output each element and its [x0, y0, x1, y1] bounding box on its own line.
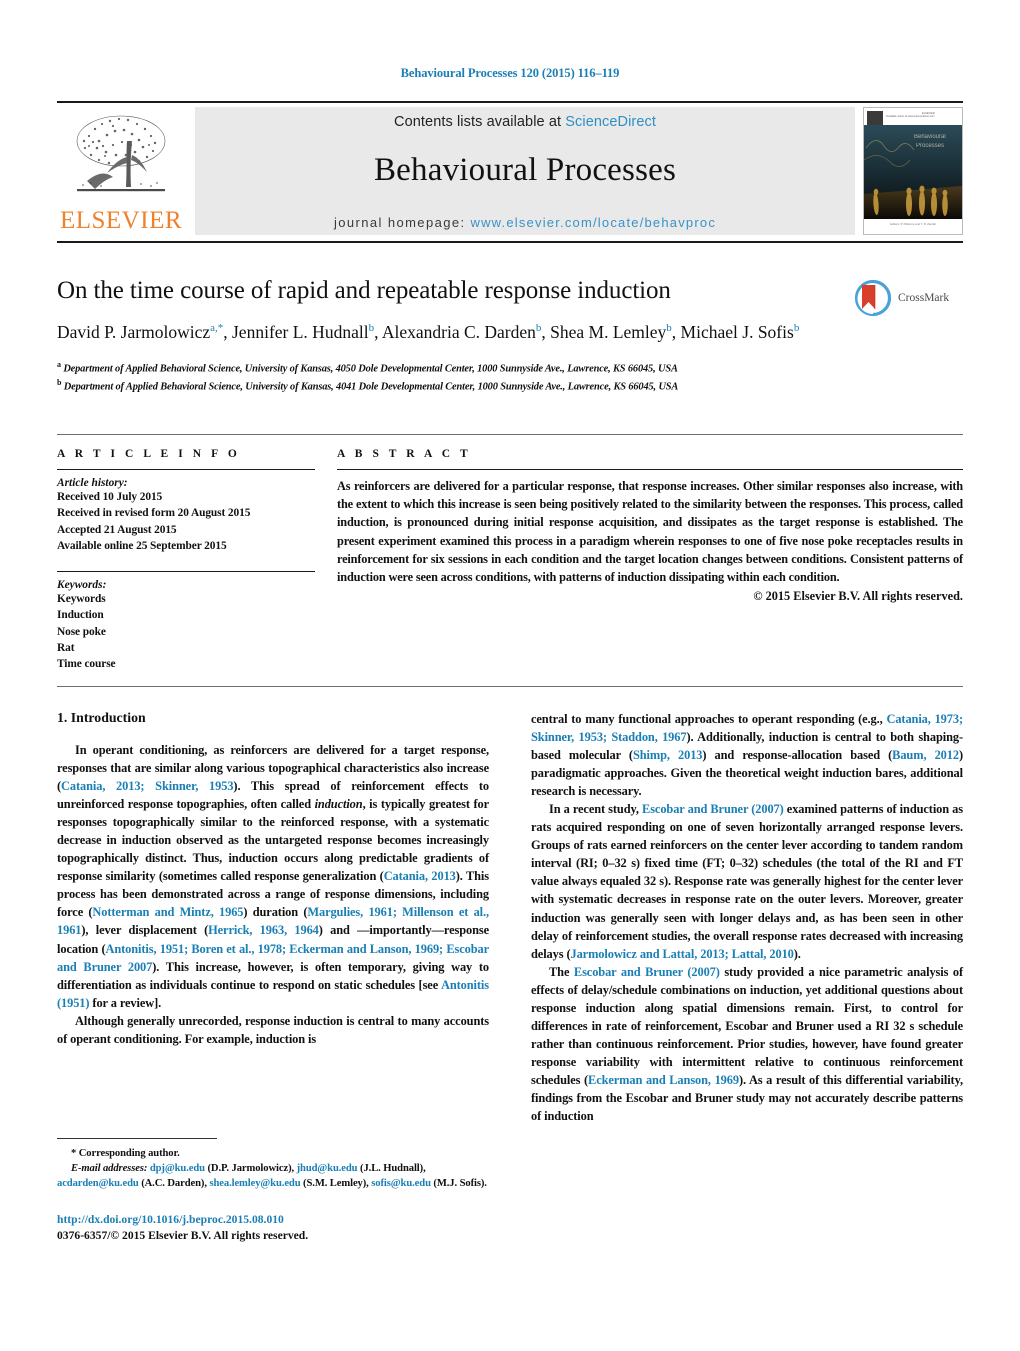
article-info-column: A R T I C L E I N F O Article history: R…: [57, 448, 315, 673]
body-column-left: 1. Introduction In operant conditioning,…: [57, 710, 489, 1048]
journal-homepage-link[interactable]: www.elsevier.com/locate/behavproc: [470, 215, 716, 230]
journal-title: Behavioural Processes: [373, 152, 677, 188]
affiliation-a-text: Department of Applied Behavioral Science…: [63, 363, 678, 375]
sciencedirect-link[interactable]: ScienceDirect: [565, 114, 656, 130]
email-addresses-note: E-mail addresses: dpj@ku.edu (D.P. Jarmo…: [57, 1163, 487, 1190]
elsevier-logo: ELSEVIER: [57, 107, 185, 235]
paragraph: In operant conditioning, as reinforcers …: [57, 743, 490, 1010]
crossmark-icon: [854, 279, 892, 317]
keyword-item: Induction: [57, 609, 104, 622]
title-block: On the time course of rapid and repeatab…: [57, 276, 963, 395]
article-info-heading: A R T I C L E I N F O: [57, 448, 241, 460]
affiliation-a: a Department of Applied Behavioral Scien…: [57, 359, 678, 375]
history-item: Available online 25 September 2015: [57, 540, 227, 553]
article-info-rule: [57, 469, 315, 470]
cover-title-line1: Behavioural: [914, 134, 946, 140]
homepage-prefix: journal homepage:: [333, 215, 471, 230]
crossmark-badge[interactable]: CrossMark: [852, 272, 964, 324]
masthead-top-rule: [57, 101, 963, 103]
article-history-list: Received 10 July 2015 Received in revise…: [57, 489, 315, 555]
contents-available-line: Contents lists available at ScienceDirec…: [394, 114, 656, 130]
keywords-rule: [57, 570, 315, 572]
affiliation-b-text: Department of Applied Behavioral Science…: [63, 381, 679, 393]
doi-block: http://dx.doi.org/10.1016/j.beproc.2015.…: [57, 1212, 489, 1244]
doi-link[interactable]: http://dx.doi.org/10.1016/j.beproc.2015.…: [57, 1212, 489, 1228]
corresponding-author-note: * Corresponding author.: [71, 1148, 180, 1159]
abstract-rule: [337, 469, 963, 470]
keyword-item: Nose poke: [57, 625, 106, 638]
elsevier-wordmark: ELSEVIER: [59, 207, 183, 234]
abstract-column: A B S T R A C T As reinforcers are deliv…: [337, 448, 963, 604]
body-column-right: central to many functional approaches to…: [531, 710, 963, 1125]
abstract-copyright: © 2015 Elsevier B.V. All rights reserved…: [753, 589, 963, 604]
info-band-bottom-rule: [57, 686, 963, 687]
running-head: Behavioural Processes 120 (2015) 116–119: [400, 66, 620, 80]
footnote-separator: [57, 1138, 217, 1139]
paragraph: central to many functional approaches to…: [531, 712, 963, 799]
crossmark-label: CrossMark: [898, 292, 950, 304]
history-item: Received in revised form 20 August 2015: [57, 507, 251, 520]
article-history-label: Article history:: [57, 477, 128, 489]
abstract-heading: A B S T R A C T: [337, 448, 472, 460]
keyword-item: Keywords: [57, 592, 106, 605]
history-item: Received 10 July 2015: [57, 491, 163, 503]
journal-cover-thumbnail: Available online at www.sciencedirect.co…: [863, 107, 963, 235]
affiliations: a Department of Applied Behavioral Scien…: [57, 359, 963, 395]
masthead-center-panel: Contents lists available at ScienceDirec…: [195, 107, 855, 235]
paragraph: Although generally unrecorded, response …: [57, 1013, 489, 1046]
svg-text:Editors: P. D'Ettorre and T. R: Editors: P. D'Ettorre and T. R. Zentall: [890, 222, 936, 226]
cover-image: Available online at www.sciencedirect.co…: [864, 108, 962, 234]
keywords-list: Keywords Induction Nose poke Rat Time co…: [57, 591, 315, 673]
elsevier-tree-icon: [76, 115, 166, 192]
keywords-label: Keywords:: [57, 578, 107, 591]
issn-copyright-line: 0376-6357/© 2015 Elsevier B.V. All right…: [57, 1229, 309, 1243]
paragraph: The Escobar and Bruner (2007) study prov…: [531, 964, 963, 1124]
paragraph: In a recent study, Escobar and Bruner (2…: [531, 802, 963, 961]
author-list: David P. Jarmolowicza,*, Jennifer L. Hud…: [57, 322, 800, 342]
journal-homepage-line: journal homepage: www.elsevier.com/locat…: [334, 215, 716, 230]
paper-page: Behavioural Processes 120 (2015) 116–119: [0, 0, 1020, 1351]
article-title: On the time course of rapid and repeatab…: [57, 277, 671, 304]
keyword-item: Time course: [57, 658, 116, 671]
footnote-block: * Corresponding author. E-mail addresses…: [57, 1146, 489, 1191]
affiliation-b: b Department of Applied Behavioral Scien…: [57, 377, 679, 393]
cover-title-line2: Processes: [916, 143, 944, 149]
info-band-top-rule: [57, 434, 963, 435]
masthead-bottom-rule: [57, 241, 963, 243]
abstract-text: As reinforcers are delivered for a parti…: [337, 479, 963, 584]
contents-prefix: Contents lists available at: [394, 114, 566, 130]
svg-text:ELSEVIER: ELSEVIER: [922, 111, 935, 115]
section-title-introduction: 1. Introduction: [57, 710, 146, 725]
history-item: Accepted 21 August 2015: [57, 523, 177, 536]
journal-masthead: ELSEVIER Contents lists available at Sci…: [57, 101, 963, 243]
keyword-item: Rat: [57, 641, 75, 654]
